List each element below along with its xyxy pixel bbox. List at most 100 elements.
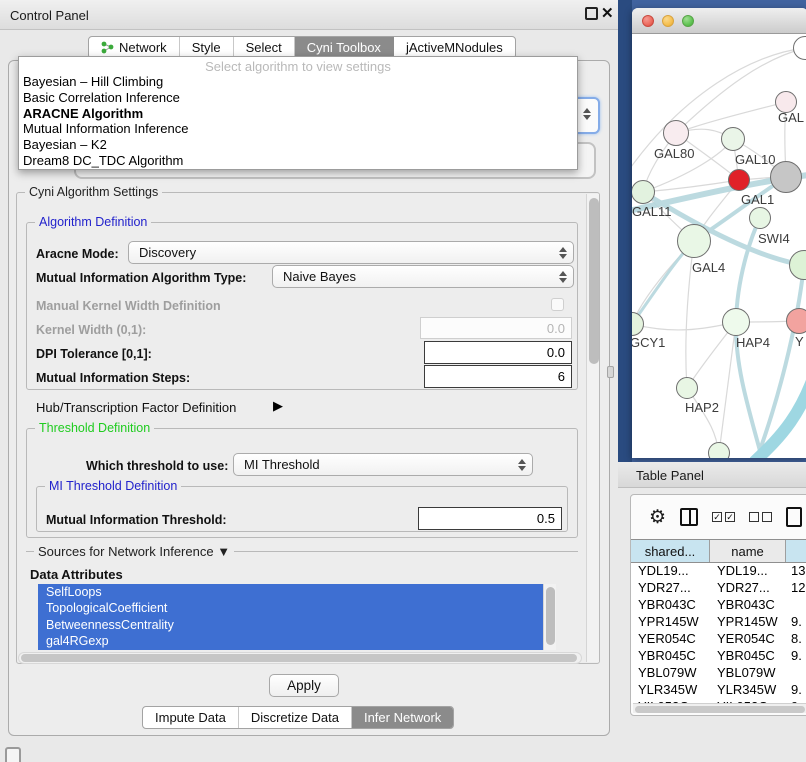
node-label: GAL1 [741,192,774,207]
tab-network[interactable]: Network [89,37,180,58]
apply-button[interactable]: Apply [269,674,339,697]
which-threshold-combo[interactable]: MI Threshold [233,453,533,476]
network-node-y[interactable] [786,308,806,334]
minimize-traffic-light-icon[interactable] [662,15,674,27]
table-row[interactable]: YDR27...YDR27...12 [631,580,806,597]
algorithm-list-item[interactable]: Dream8 DC_TDC Algorithm [19,153,577,169]
algorithm-list-item[interactable]: ARACNE Algorithm [19,106,577,122]
aracne-mode-combo[interactable]: Discovery [128,241,574,264]
algorithm-list-item[interactable]: Bayesian – K2 [19,137,577,153]
network-node[interactable] [708,442,730,458]
table-hscroll-thumb[interactable] [635,706,805,713]
deselect-all-icon[interactable] [749,512,772,522]
network-node[interactable] [793,36,806,60]
splitter-grip[interactable] [607,366,614,378]
network-node-hap4[interactable] [722,308,750,336]
algorithm-list-item[interactable]: Bayesian – Hill Climbing [19,74,577,90]
dpi-tolerance-field[interactable]: 0.0 [424,341,572,364]
table-row[interactable]: YLR345WYLR345W9. [631,682,806,699]
network-node[interactable] [789,250,806,280]
table-row[interactable]: YER054CYER054C8. [631,631,806,648]
collapsed-panel-icon[interactable] [5,747,21,762]
network-node-gal4[interactable] [677,224,711,258]
node-label: GAL80 [654,146,694,161]
attribute-list-item[interactable]: SelfLoops [38,584,556,600]
mi-type-label: Mutual Information Algorithm Type: [36,271,246,285]
close-icon[interactable]: ✕ [601,4,614,22]
stepper-down-icon [559,278,567,283]
algorithm-list: Bayesian – Hill ClimbingBasic Correlatio… [19,74,577,169]
table-cell: YDL19... [710,563,786,580]
table-body[interactable]: YDL19...YDL19...13YDR27...YDR27...12YBR0… [631,563,806,703]
tab-infer-network[interactable]: Infer Network [352,707,453,728]
mi-threshold-field[interactable]: 0.5 [418,507,562,530]
network-node-gal10[interactable] [721,127,745,151]
node-label: GAL [778,110,804,125]
tab-discretize-data[interactable]: Discretize Data [239,707,352,728]
attribute-list-item[interactable]: TopologicalCoefficient [38,600,556,616]
algorithm-list-item[interactable]: Basic Correlation Inference [19,90,577,106]
manual-kernel-checkbox[interactable] [551,298,564,311]
kernel-width-label: Kernel Width (0,1): [36,323,146,337]
tab-impute-data[interactable]: Impute Data [143,707,239,728]
attributes-vertical-scrollbar[interactable] [543,584,556,650]
export-table-icon[interactable] [786,507,802,527]
select-all-icon[interactable]: ✓ ✓ [712,512,735,522]
tab-select[interactable]: Select [234,37,295,58]
column-header-clipped[interactable] [786,540,806,562]
tab-cyni-toolbox[interactable]: Cyni Toolbox [295,37,394,58]
collapse-down-icon[interactable]: ▼ [217,544,230,559]
table-row[interactable]: YBR045CYBR045C9. [631,648,806,665]
settings-vertical-scrollbar[interactable] [586,194,599,662]
attribute-list-item[interactable]: BetweennessCentrality [38,617,556,633]
data-attributes-list[interactable]: SelfLoopsTopologicalCoefficientBetweenne… [38,584,556,650]
network-node-gal1[interactable] [728,169,750,191]
settings-group-title: Cyni Algorithm Settings [25,185,162,199]
mi-steps-field[interactable]: 6 [424,365,572,388]
which-threshold-label: Which threshold to use: [86,459,228,473]
tab-label: Network [119,40,167,55]
settings-vscroll-thumb[interactable] [589,198,599,364]
node-table-panel: ⚙ ✓ ✓ shared... name YDL19...YDL19...13Y… [630,494,806,716]
threshold-definition-title: Threshold Definition [35,421,154,435]
float-window-icon[interactable] [585,7,598,20]
network-window-titlebar[interactable] [632,8,806,34]
network-node-gal11[interactable] [632,180,655,204]
node-label: HAP4 [736,335,770,350]
collapse-right-icon[interactable]: ▶ [273,398,283,414]
close-traffic-light-icon[interactable] [642,15,654,27]
tab-style[interactable]: Style [180,37,234,58]
algorithm-list-item[interactable]: Mutual Information Inference [19,121,577,137]
network-node-gal80[interactable] [663,120,689,146]
algorithm-dropdown-popup: Select algorithm to view settings Bayesi… [18,56,578,170]
tab-label: Select [246,40,282,55]
settings-hscroll-thumb[interactable] [21,654,577,662]
column-header-name[interactable]: name [710,540,786,562]
settings-horizontal-scrollbar[interactable] [18,652,582,664]
mi-threshold-label: Mutual Information Threshold: [46,513,227,527]
zoom-traffic-light-icon[interactable] [682,15,694,27]
network-view-window[interactable]: GALGAL80GAL10GAL1GAL11SWI4GAL4GCY1HAP4YH… [632,8,806,458]
hub-section-label[interactable]: Hub/Transcription Factor Definition [36,400,236,415]
table-row[interactable]: YPR145WYPR145W9. [631,614,806,631]
tab-jactivemnodules[interactable]: jActiveMNodules [394,37,515,58]
network-canvas[interactable]: GALGAL80GAL10GAL1GAL11SWI4GAL4GCY1HAP4YH… [632,34,806,458]
table-row[interactable]: YDL19...YDL19...13 [631,563,806,580]
network-node-gcy1[interactable] [632,312,644,336]
mi-type-combo[interactable]: Naive Bayes [272,265,574,288]
network-node-swi4[interactable] [749,207,771,229]
table-row[interactable]: YBL079WYBL079W [631,665,806,682]
table-row[interactable]: YBR043CYBR043C [631,597,806,614]
tab-label: Style [192,40,221,55]
columns-icon[interactable] [680,508,698,526]
network-node-hap2[interactable] [676,377,698,399]
gear-icon[interactable]: ⚙ [649,508,666,527]
attributes-vscroll-thumb[interactable] [546,587,555,645]
table-header: shared... name [631,539,806,563]
table-horizontal-scrollbar[interactable] [633,703,806,713]
table-cell: YLR345W [710,682,786,699]
sources-group-title[interactable]: Sources for Network Inference ▼ [34,544,234,559]
network-node[interactable] [770,161,802,193]
attribute-list-item[interactable]: gal4RGexp [38,633,556,649]
column-header-shared-name[interactable]: shared... [631,540,710,562]
